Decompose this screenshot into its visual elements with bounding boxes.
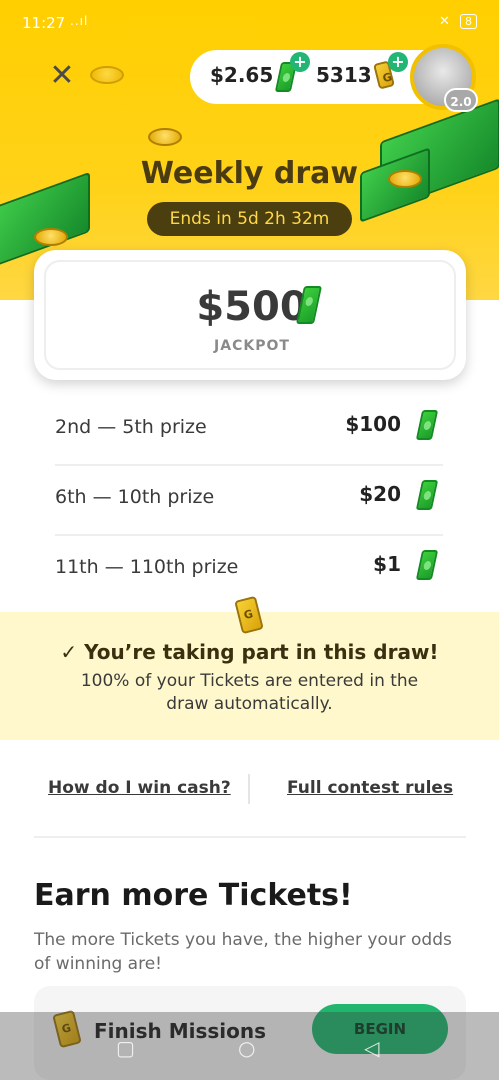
prize-row: 11th — 110th prize $1: [55, 536, 443, 606]
jackpot-inner: $500 JACKPOT: [44, 260, 456, 370]
divider: [248, 774, 250, 804]
recents-icon[interactable]: ▢: [116, 1036, 135, 1060]
divider: [34, 836, 466, 838]
prize-name: 11th — 110th prize: [55, 556, 239, 578]
coin-decoration: [148, 128, 182, 146]
prize-value: $1: [373, 552, 401, 576]
cash-balance: $2.65: [210, 63, 274, 87]
battery-icon: 8: [460, 14, 477, 29]
prize-name: 2nd — 5th prize: [55, 416, 207, 438]
status-time: 11:27: [22, 14, 66, 32]
cash-icon: [415, 410, 439, 440]
participation-title: ✓ You’re taking part in this draw!: [0, 640, 499, 664]
signal-icon: ..ıl: [70, 14, 89, 28]
jackpot-card: $500 JACKPOT: [34, 250, 466, 380]
prize-value: $100: [345, 412, 401, 436]
earn-subtitle: The more Tickets you have, the higher yo…: [34, 930, 452, 974]
cash-icon: [415, 480, 439, 510]
prize-row: 2nd — 5th prize $100: [55, 396, 443, 466]
system-nav-bar: ▢ ○ ◁: [0, 1012, 499, 1080]
add-tickets-button[interactable]: +: [388, 52, 408, 72]
page-title: Weekly draw: [140, 156, 359, 191]
level-badge: 2.0: [444, 88, 478, 112]
earn-title: Earn more Tickets!: [34, 878, 353, 913]
contest-rules-link[interactable]: Full contest rules: [287, 778, 453, 798]
add-cash-button[interactable]: +: [290, 52, 310, 72]
home-icon[interactable]: ○: [238, 1036, 255, 1060]
wifi-off-icon: ✕: [438, 14, 450, 29]
how-to-win-link[interactable]: How do I win cash?: [48, 778, 231, 798]
jackpot-amount-text: $500: [196, 284, 308, 330]
close-icon: ✕: [49, 58, 75, 93]
prize-list: 2nd — 5th prize $100 6th — 10th prize $2…: [55, 396, 443, 606]
participation-title-text: You’re taking part in this draw!: [84, 640, 439, 664]
checkmark-icon: ✓: [60, 640, 85, 664]
back-icon[interactable]: ◁: [364, 1036, 379, 1060]
status-bar: 11:27 ..ıl ✕ 8: [0, 0, 499, 44]
help-links: How do I win cash? Full contest rules: [0, 770, 499, 810]
cash-icon: [415, 550, 439, 580]
close-button[interactable]: ✕: [46, 60, 78, 92]
coin-decoration: [90, 66, 124, 84]
status-right: ✕ 8: [439, 14, 477, 29]
participation-banner: ✓ You’re taking part in this draw! 100% …: [0, 595, 499, 740]
jackpot-amount: $500: [46, 284, 458, 330]
countdown-badge: Ends in 5d 2h 32m: [147, 202, 352, 236]
participation-text: 100% of your Tickets are entered in the …: [80, 671, 419, 714]
ticket-balance: 5313: [316, 63, 372, 87]
prize-row: 6th — 10th prize $20: [55, 466, 443, 536]
jackpot-label: JACKPOT: [214, 338, 290, 354]
coin-decoration: [34, 228, 68, 246]
prize-value: $20: [359, 482, 401, 506]
prize-name: 6th — 10th prize: [55, 486, 215, 508]
